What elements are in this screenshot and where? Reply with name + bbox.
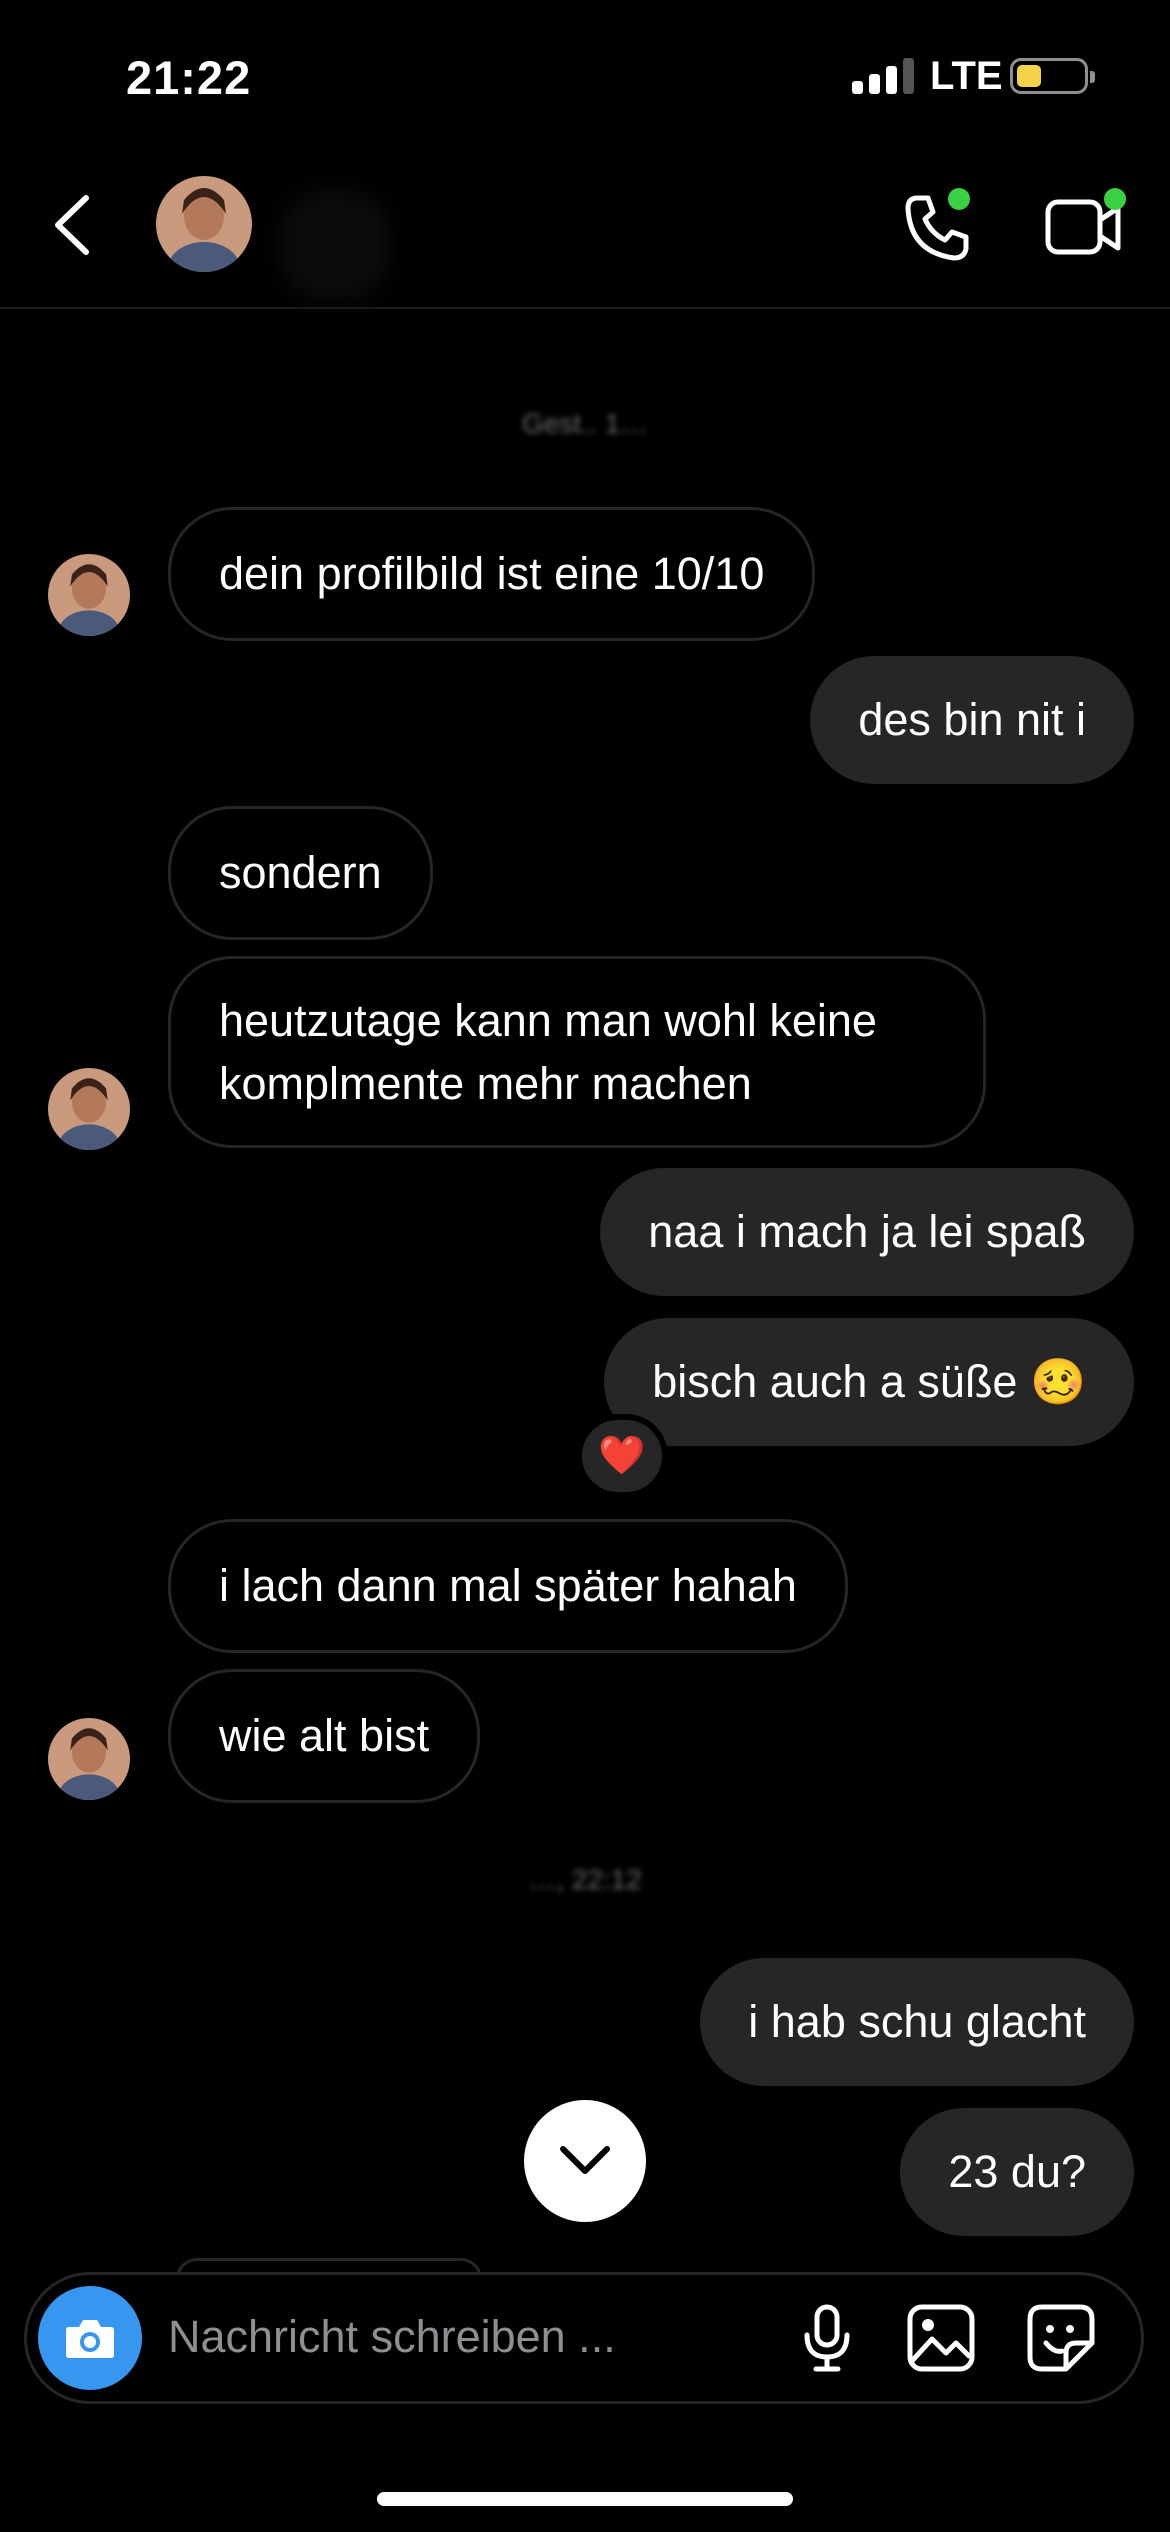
sticker-icon[interactable]	[1026, 2303, 1096, 2373]
message-incoming[interactable]: i lach dann mal später hahah	[168, 1519, 848, 1653]
heart-reaction[interactable]: ❤️	[576, 1414, 668, 1498]
timestamp: …, 22:12	[528, 1864, 642, 1895]
status-time: 21:22	[126, 51, 252, 104]
message-outgoing[interactable]: bisch auch a süße 🥴	[604, 1318, 1134, 1446]
camera-icon	[66, 2320, 114, 2358]
signal-icon	[852, 58, 914, 94]
message-incoming[interactable]: heutzutage kann man wohl keine komplment…	[168, 956, 986, 1148]
camera-button[interactable]	[38, 2286, 142, 2390]
message-outgoing[interactable]: des bin nit i	[810, 656, 1134, 784]
sender-avatar[interactable]	[48, 554, 130, 636]
sender-avatar[interactable]	[48, 1718, 130, 1800]
chevron-left-icon[interactable]	[48, 190, 98, 260]
message-outgoing[interactable]: 23 du?	[900, 2108, 1134, 2236]
microphone-icon[interactable]	[792, 2303, 862, 2373]
contact-avatar[interactable]	[156, 176, 252, 272]
sender-avatar[interactable]	[48, 1068, 130, 1150]
timestamp: Gest.. 1…	[521, 408, 649, 439]
phone-icon[interactable]	[900, 188, 976, 266]
chevron-down-icon	[560, 2146, 610, 2174]
message-incoming[interactable]: sondern	[168, 806, 433, 940]
message-outgoing[interactable]: i hab schu glacht	[700, 1958, 1134, 2086]
call-active-dot	[948, 188, 970, 210]
video-active-dot	[1104, 188, 1126, 210]
image-icon[interactable]	[906, 2303, 976, 2373]
scroll-to-bottom-button[interactable]	[524, 2100, 646, 2222]
message-input[interactable]: Nachricht schreiben ...	[168, 2311, 616, 2363]
video-camera-icon[interactable]	[1044, 188, 1126, 262]
contact-name-obscured[interactable]	[280, 190, 390, 300]
network-label: LTE	[930, 54, 1003, 98]
header-divider	[0, 307, 1170, 309]
message-incoming[interactable]: wie alt bist	[168, 1669, 481, 1803]
message-outgoing[interactable]: naa i mach ja lei spaß	[600, 1168, 1134, 1296]
message-incoming[interactable]: dein profilbild ist eine 10/10	[168, 507, 816, 641]
battery-icon	[1010, 58, 1095, 94]
home-indicator	[377, 2492, 793, 2506]
